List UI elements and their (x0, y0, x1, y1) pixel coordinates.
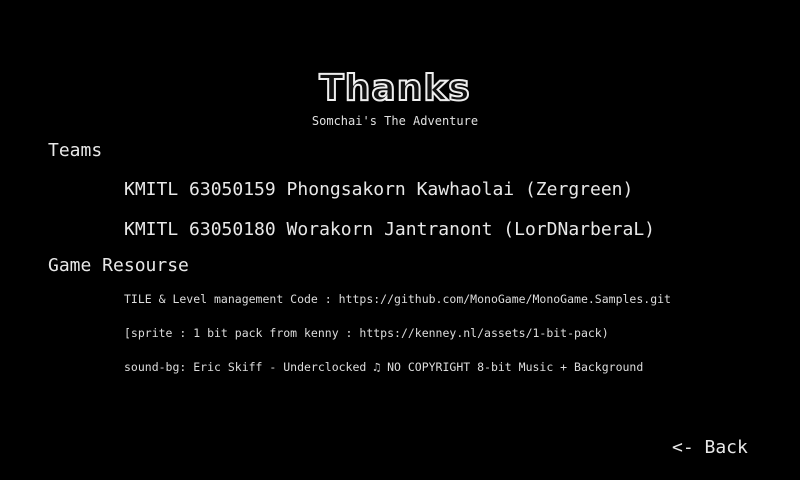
resource-credit-sprite: [sprite : 1 bit pack from kenny : https:… (124, 326, 609, 340)
resource-credit-sound: sound-bg: Eric Skiff - Underclocked ♫ NO… (124, 360, 644, 374)
teams-heading: Teams (48, 140, 103, 161)
page-title: Thanks (318, 67, 471, 110)
game-resource-heading: Game Resourse (48, 255, 189, 276)
resource-credit-tile-code: TILE & Level management Code : https://g… (124, 292, 671, 306)
game-subtitle: Somchai's The Adventure (311, 114, 479, 128)
team-member: KMITL 63050159 Phongsakorn Kawhaolai (Ze… (124, 179, 634, 200)
credits-screen: Thanks Somchai's The Adventure Teams KMI… (0, 0, 800, 480)
team-member: KMITL 63050180 Worakorn Jantranont (LorD… (124, 219, 656, 240)
back-button[interactable]: <- Back (672, 437, 748, 458)
